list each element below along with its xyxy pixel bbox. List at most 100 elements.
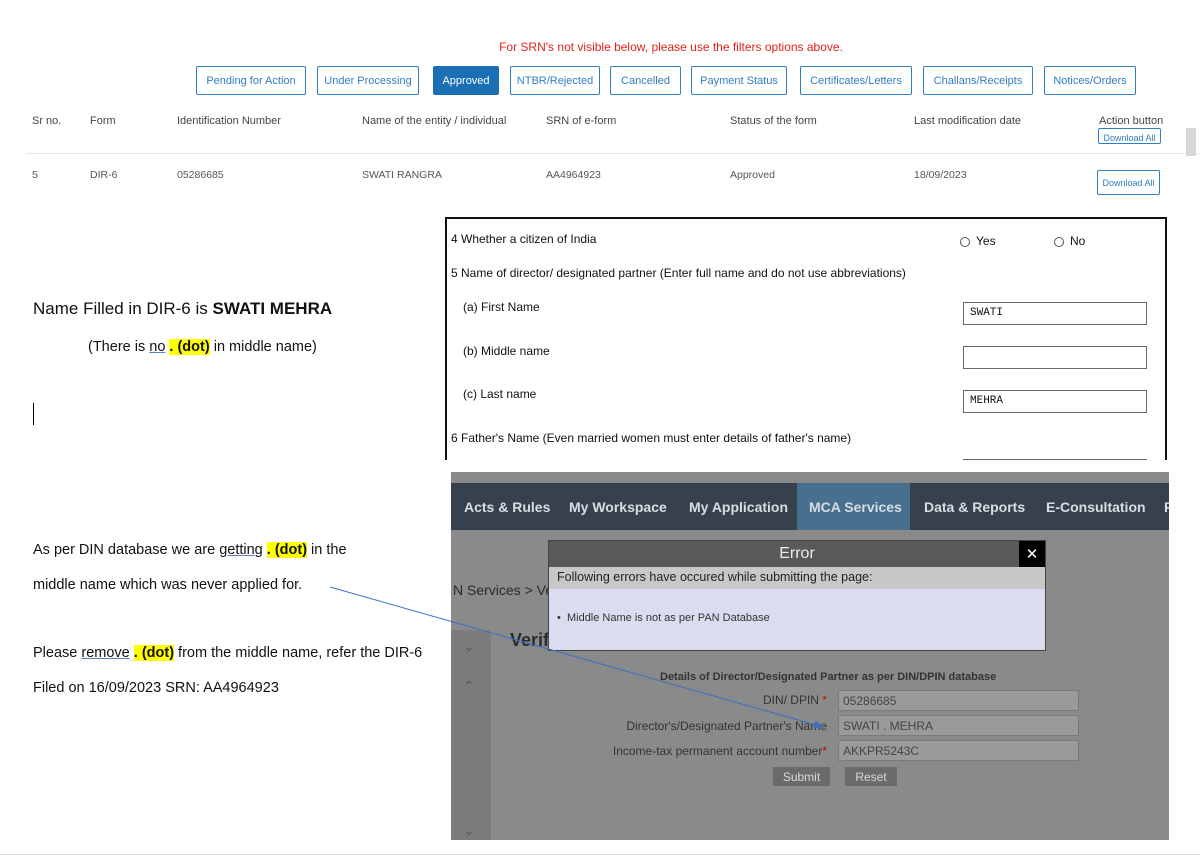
first-name-label: (a) First Name xyxy=(463,300,540,314)
row-divider xyxy=(26,153,1200,154)
cell-form: DIR-6 xyxy=(90,169,118,181)
nav-e-consultation[interactable]: E-Consultation xyxy=(1046,483,1146,530)
cell-srn: AA4964923 xyxy=(546,169,601,181)
note-no-dot: (There is no . (dot) in middle name) xyxy=(88,339,317,355)
cell-status: Approved xyxy=(730,169,775,181)
din-label: DIN/ DPIN * xyxy=(763,693,827,707)
note-remove-word: remove xyxy=(81,645,130,661)
download-all-button-cut[interactable]: Download All xyxy=(1098,128,1161,144)
tab-approved[interactable]: Approved xyxy=(433,66,499,95)
breadcrumb[interactable]: N Services > Ve xyxy=(453,582,553,598)
col-status: Status of the form xyxy=(730,115,817,127)
srn-notice: For SRN's not visible below, please use … xyxy=(499,40,843,54)
pan-label-text: Income-tax permanent account number xyxy=(612,744,823,758)
q6-father-name-label: 6 Father's Name (Even married women must… xyxy=(451,431,852,445)
chevron-down-icon[interactable]: ⌄ xyxy=(463,638,475,655)
nav-mca-services[interactable]: MCA Services xyxy=(797,483,910,530)
page-heading: Verif xyxy=(510,630,550,650)
note-din-post: in the xyxy=(307,542,347,558)
tab-payment-status[interactable]: Payment Status xyxy=(691,66,787,95)
radio-yes-label: Yes xyxy=(976,234,996,248)
note-name-filled: Name Filled in DIR-6 is SWATI MEHRA xyxy=(33,299,332,319)
radio-yes[interactable] xyxy=(960,237,970,247)
required-mark: * xyxy=(822,693,827,707)
cell-id-number: 05286685 xyxy=(177,169,224,181)
mca-navbar: Acts & Rules My Workspace My Application… xyxy=(451,483,1169,530)
radio-no-label: No xyxy=(1070,234,1086,248)
nav-more[interactable]: F xyxy=(1164,483,1169,530)
note-dot-highlight-3: . (dot) xyxy=(133,645,175,661)
srn-panel: For SRN's not visible below, please use … xyxy=(0,0,1200,205)
col-sr-no: Sr no. xyxy=(32,115,62,127)
cell-sr-no: 5 xyxy=(32,169,38,181)
tab-cancelled[interactable]: Cancelled xyxy=(610,66,681,95)
tab-ntbr-rejected[interactable]: NTBR/Rejected xyxy=(510,66,600,95)
tab-pending-for-action[interactable]: Pending for Action xyxy=(196,66,306,95)
note-no-dot-pre: (There is xyxy=(88,339,150,355)
din-label-text: DIN/ DPIN xyxy=(762,693,819,707)
error-message-text: Middle Name is not as per PAN Database xyxy=(566,612,770,624)
col-last-modification: Last modification date xyxy=(914,115,1022,127)
note-remove-post: from the middle name, refer the DIR-6 xyxy=(174,645,423,661)
mca-sidebar: ⌄ ⌃ ⌄ xyxy=(451,630,491,840)
note-din-pre: As per DIN database we are xyxy=(33,542,220,558)
details-title: Details of Director/Designated Partner a… xyxy=(660,671,997,683)
note-remove-dot: Please remove . (dot) from the middle na… xyxy=(33,645,422,661)
col-identification-number: Identification Number xyxy=(177,115,281,127)
error-dialog: Error ✕ Following errors have occured wh… xyxy=(548,540,1046,651)
note-dot-highlight-2: . (dot) xyxy=(266,542,308,558)
text-caret xyxy=(33,403,34,425)
required-mark-pan: * xyxy=(822,744,827,758)
last-name-field[interactable]: MEHRA xyxy=(963,390,1147,413)
note-dot-highlight: . (dot) xyxy=(169,339,210,355)
note-filed-on: Filed on 16/09/2023 SRN: AA4964923 xyxy=(33,680,279,696)
note-no-word: no xyxy=(149,339,166,355)
page-bottom-divider xyxy=(0,854,1200,855)
cell-entity-name: SWATI RANGRA xyxy=(362,169,442,181)
nav-my-workspace[interactable]: My Workspace xyxy=(569,483,667,530)
tab-challans-receipts[interactable]: Challans/Receipts xyxy=(923,66,1033,95)
error-dialog-title: Error xyxy=(549,541,1045,567)
nav-acts-rules[interactable]: Acts & Rules xyxy=(464,483,550,530)
submit-button[interactable]: Submit xyxy=(773,767,830,786)
father-name-field-top[interactable] xyxy=(963,459,1147,460)
note-name-filled-prefix: Name Filled in DIR-6 is xyxy=(33,299,213,318)
close-icon[interactable]: ✕ xyxy=(1019,541,1045,567)
chevron-down-icon-bottom[interactable]: ⌄ xyxy=(463,822,475,839)
tab-notices-orders[interactable]: Notices/Orders xyxy=(1044,66,1136,95)
middle-name-label: (b) Middle name xyxy=(463,344,550,358)
note-din-database: As per DIN database we are getting . (do… xyxy=(33,542,347,558)
col-entity-name: Name of the entity / individual xyxy=(362,115,507,127)
partner-name-label: Director's/Designated Partner's Name xyxy=(626,719,827,733)
note-name-filled-value: SWATI MEHRA xyxy=(212,299,333,318)
chevron-up-icon[interactable]: ⌃ xyxy=(463,678,475,695)
partner-name-field[interactable]: SWATI . MEHRA xyxy=(838,715,1079,736)
pan-field[interactable]: AKKPR5243C xyxy=(838,740,1079,761)
pan-label: Income-tax permanent account number* xyxy=(613,744,827,758)
cell-date: 18/09/2023 xyxy=(914,169,967,181)
col-srn: SRN of e-form xyxy=(546,115,617,127)
error-message: • Middle Name is not as per PAN Database xyxy=(557,612,770,624)
nav-my-application[interactable]: My Application xyxy=(689,483,788,530)
nav-data-reports[interactable]: Data & Reports xyxy=(924,483,1025,530)
middle-name-field[interactable] xyxy=(963,346,1147,369)
tab-certificates-letters[interactable]: Certificates/Letters xyxy=(800,66,912,95)
tab-under-processing[interactable]: Under Processing xyxy=(317,66,419,95)
note-remove-pre: Please xyxy=(33,645,82,661)
note-getting-word: getting xyxy=(219,542,263,558)
first-name-field[interactable]: SWATI xyxy=(963,302,1147,325)
col-form: Form xyxy=(90,115,116,127)
col-action-button: Action button xyxy=(1099,115,1164,127)
mca-portal-screenshot: Acts & Rules My Workspace My Application… xyxy=(451,472,1169,840)
note-never-applied: middle name which was never applied for. xyxy=(33,577,303,593)
q5-director-name-label: 5 Name of director/ designated partner (… xyxy=(451,266,906,280)
reset-button[interactable]: Reset xyxy=(845,767,897,786)
last-name-label: (c) Last name xyxy=(463,387,537,401)
table-scrollbar[interactable] xyxy=(1186,128,1196,156)
note-no-dot-post: in middle name) xyxy=(209,339,317,355)
download-all-button[interactable]: Download All xyxy=(1097,170,1160,195)
din-field[interactable]: 05286685 xyxy=(838,690,1079,711)
dir6-form-snippet: 4 Whether a citizen of India Yes No 5 Na… xyxy=(445,217,1167,460)
radio-no[interactable] xyxy=(1054,237,1064,247)
q4-citizen-label: 4 Whether a citizen of India xyxy=(451,232,597,246)
